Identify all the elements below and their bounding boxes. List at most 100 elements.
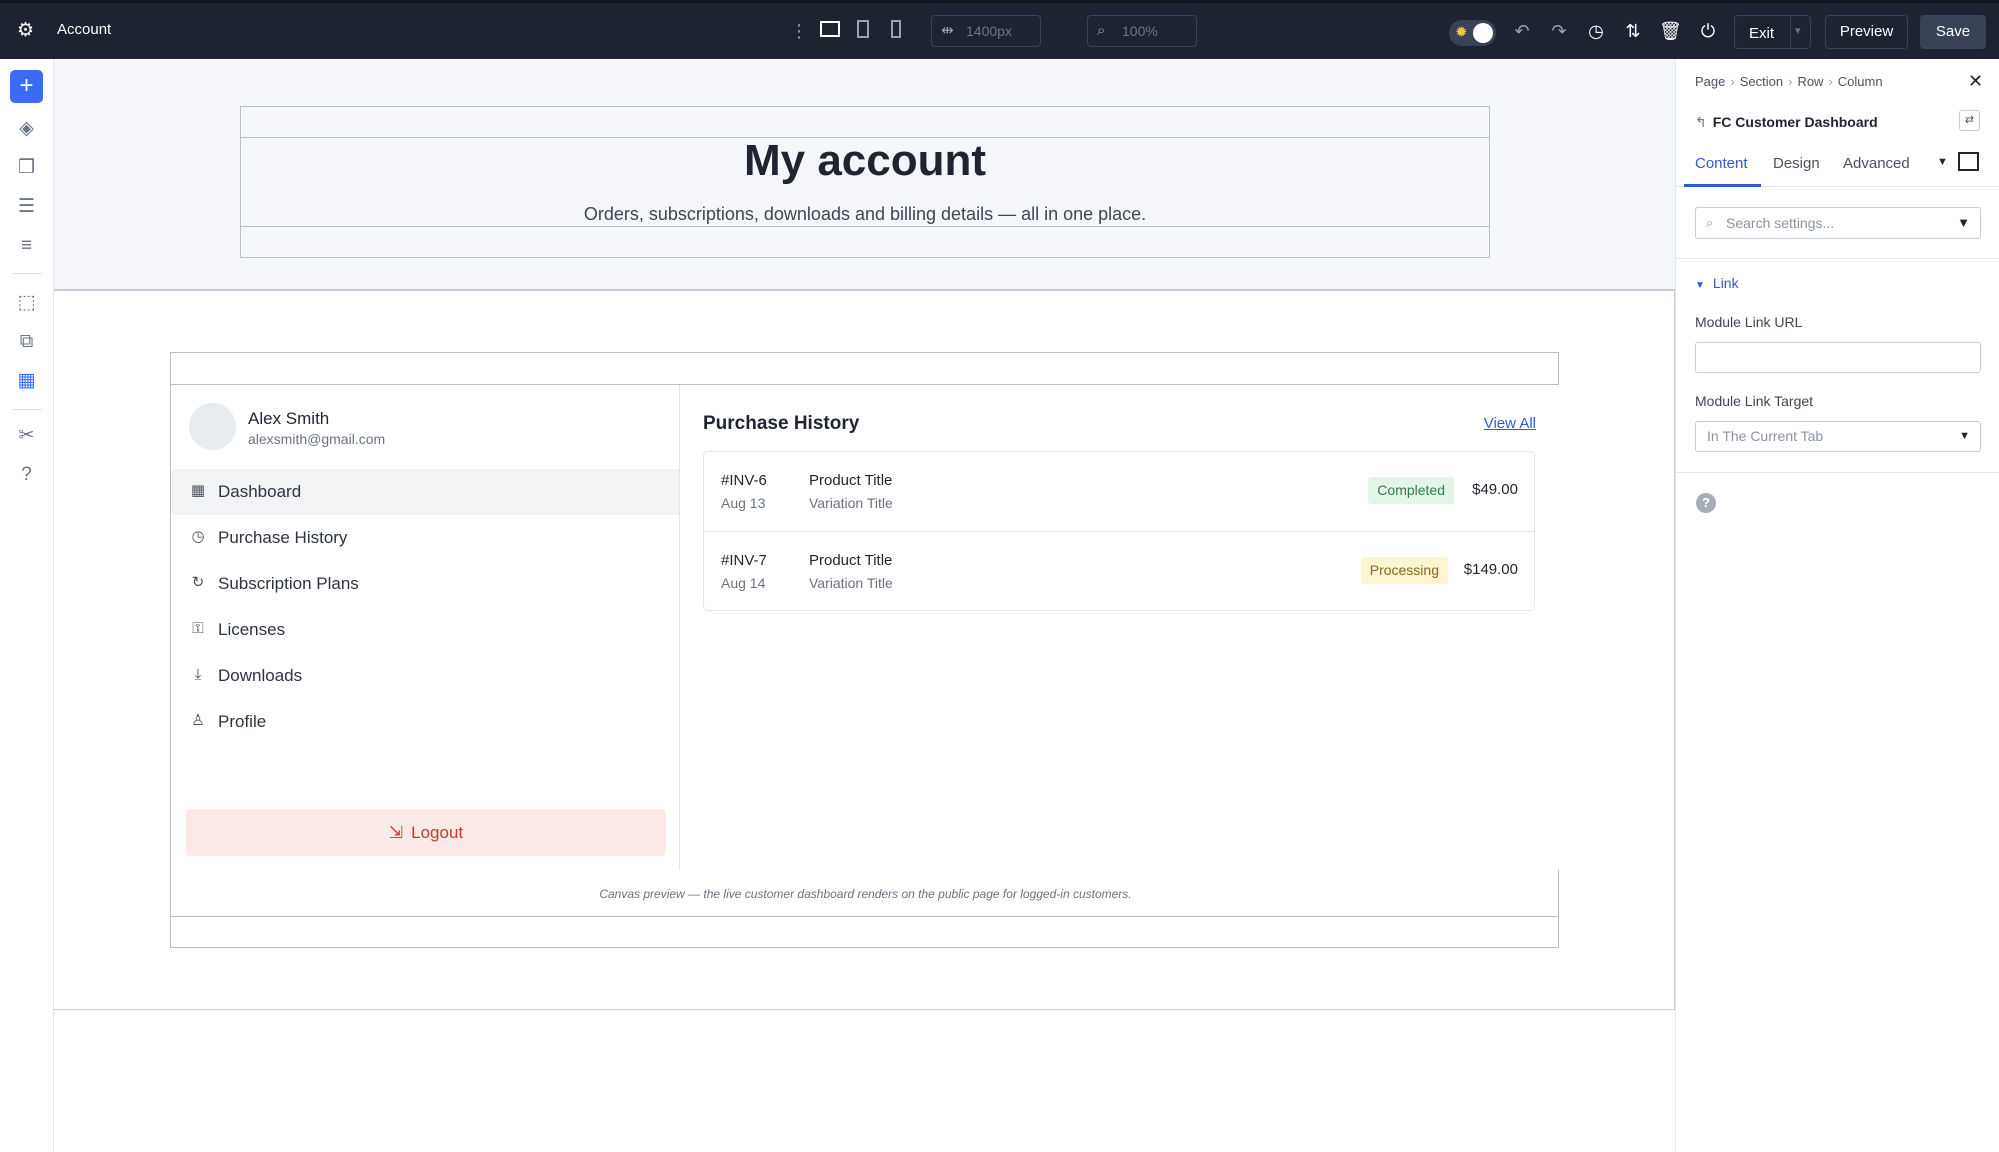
zoom-field[interactable]: ⌕ 100% <box>1087 15 1197 47</box>
select-element-icon[interactable]: ⬚ <box>14 290 39 315</box>
order-row[interactable]: #INV-7 Aug 14 Product Title Variation Ti… <box>704 531 1534 610</box>
nav-item-label: Subscription Plans <box>218 574 359 593</box>
sun-icon: ✹ <box>1455 24 1468 41</box>
download-icon: ⤓ <box>194 666 202 683</box>
nav-item-licenses[interactable]: ⚿ Licenses <box>172 607 679 653</box>
undo-icon[interactable]: ↶ <box>1511 20 1533 42</box>
history-icon[interactable]: ◷ <box>1585 20 1607 42</box>
nav-item-dashboard[interactable]: ▦ Dashboard <box>172 469 679 515</box>
nav-item-label: Profile <box>218 712 267 731</box>
divider <box>1676 258 1999 259</box>
hero-row[interactable]: My account Orders, subscriptions, downlo… <box>240 106 1490 258</box>
orders-list: #INV-6 Aug 13 Product Title Variation Ti… <box>703 451 1535 611</box>
key-icon: ⚿ <box>192 620 204 637</box>
chevron-down-icon[interactable]: ▼ <box>1937 156 1948 168</box>
nav-item-profile[interactable]: ♙ Profile <box>172 699 679 745</box>
dashboard-row[interactable]: Alex Smith alexsmith@gmail.com ▦ Dashboa… <box>170 352 1559 948</box>
link-group-toggle[interactable]: ▼ Link <box>1695 275 1739 291</box>
desktop-view-icon[interactable] <box>819 20 841 42</box>
tab-advanced[interactable]: Advanced <box>1843 155 1910 172</box>
canvas-caption: Canvas preview — the live customer dashb… <box>599 887 1132 901</box>
exit-button[interactable]: Exit ▾ <box>1734 15 1811 49</box>
canvas-width-value: 1400px <box>966 23 1012 39</box>
breadcrumb-row[interactable]: Row <box>1797 74 1823 89</box>
chevron-down-icon[interactable]: ▾ <box>1795 24 1801 37</box>
order-date: Aug 14 <box>721 575 766 591</box>
tab-content[interactable]: Content <box>1695 155 1748 172</box>
trash-icon[interactable]: 🗑 <box>1659 20 1682 42</box>
sidebar-divider <box>12 409 42 410</box>
order-date: Aug 13 <box>721 495 766 511</box>
filter-icon[interactable]: ▼ <box>1957 208 1970 238</box>
back-arrow-icon[interactable]: ↰ <box>1695 114 1707 130</box>
nav-item-purchase-history[interactable]: ◷ Purchase History <box>172 515 679 561</box>
app-title: Account <box>57 21 112 38</box>
tools-icon[interactable]: ✂ <box>14 423 39 448</box>
library-icon[interactable]: ❒ <box>14 155 39 180</box>
order-row[interactable]: #INV-6 Aug 13 Product Title Variation Ti… <box>704 452 1534 531</box>
breadcrumb-separator: › <box>1730 74 1735 89</box>
layout-icon[interactable]: ≡ <box>14 233 39 258</box>
help-icon[interactable]: ? <box>1696 493 1716 513</box>
layers-icon[interactable]: ◈ <box>14 116 39 141</box>
search-placeholder: Search settings... <box>1726 215 1835 231</box>
breadcrumb-section[interactable]: Section <box>1740 74 1783 89</box>
row-guide-line <box>171 916 1558 917</box>
logout-button[interactable]: ⇲ Logout <box>186 809 666 856</box>
database-icon[interactable]: ☰ <box>14 194 39 219</box>
page-settings-icon[interactable]: ▦ <box>14 368 39 393</box>
tab-design[interactable]: Design <box>1773 155 1820 172</box>
dashboard-section[interactable]: Alex Smith alexsmith@gmail.com ▦ Dashboa… <box>54 291 1675 1010</box>
help-question-icon[interactable]: ? <box>14 462 39 487</box>
order-variation: Variation Title <box>809 495 893 511</box>
nav-item-label: Dashboard <box>218 482 302 501</box>
save-button[interactable]: Save <box>1920 15 1986 49</box>
gear-icon[interactable]: ⚙ <box>17 21 37 41</box>
module-link-target-select[interactable]: In The Current Tab ▼ <box>1695 421 1981 452</box>
tablet-view-icon[interactable] <box>852 20 874 42</box>
close-icon[interactable]: ✕ <box>1968 71 1983 92</box>
phone-view-icon[interactable] <box>885 20 907 42</box>
breadcrumb-page[interactable]: Page <box>1695 74 1725 89</box>
nav-item-label: Purchase History <box>218 528 348 547</box>
zoom-value: 100% <box>1122 23 1158 39</box>
settings-toggle-icon[interactable]: ⇄ <box>1959 110 1980 131</box>
order-price: $149.00 <box>1463 561 1518 578</box>
builder-canvas: My account Orders, subscriptions, downlo… <box>54 59 1675 1152</box>
module-link-url-input[interactable] <box>1695 342 1981 373</box>
sidebar-divider <box>12 273 42 274</box>
status-badge: Processing <box>1360 557 1448 584</box>
more-vertical-icon[interactable]: ⋮ <box>788 20 810 42</box>
theme-toggle[interactable]: ✹ <box>1449 20 1496 46</box>
nav-item-downloads[interactable]: ⤓ Downloads <box>172 653 679 699</box>
multi-select-icon[interactable]: ⧉ <box>14 329 39 354</box>
order-price: $49.00 <box>1472 481 1518 498</box>
purchase-history-panel: Purchase History View All #INV-6 Aug 13 … <box>681 385 1559 870</box>
module-name-header: ↰ FC Customer Dashboard <box>1695 114 1878 131</box>
page-title: My account <box>743 136 987 185</box>
breadcrumb: Page › Section › Row › Column <box>1695 74 1883 89</box>
settings-panel: Page › Section › Row › Column ✕ ↰ FC Customer D… <box>1675 59 1999 1152</box>
breadcrumb-column[interactable]: Column <box>1838 74 1883 89</box>
add-module-button[interactable]: + <box>10 70 43 103</box>
hero-section[interactable]: My account Orders, subscriptions, downlo… <box>54 59 1675 291</box>
width-arrows-icon: ⇹ <box>941 22 954 39</box>
clock-icon: ◷ <box>191 528 205 545</box>
redo-icon[interactable]: ↷ <box>1548 20 1570 42</box>
sort-arrows-icon[interactable]: ⇅ <box>1622 20 1644 42</box>
search-settings-input[interactable]: ⌕ Search settings... ▼ <box>1695 207 1981 239</box>
canvas-width-field[interactable]: ⇹ 1400px <box>931 15 1041 47</box>
nav-item-label: Licenses <box>218 620 286 639</box>
view-all-link[interactable]: View All <box>1484 415 1536 432</box>
expand-panel-icon[interactable] <box>1958 152 1979 171</box>
dashboard-nav: Alex Smith alexsmith@gmail.com ▦ Dashboa… <box>172 385 680 870</box>
user-name: Alex Smith <box>248 409 330 428</box>
preview-button[interactable]: Preview <box>1825 15 1908 49</box>
module-name: FC Customer Dashboard <box>1712 114 1878 130</box>
nav-item-subscription-plans[interactable]: ↻ Subscription Plans <box>172 561 679 607</box>
left-sidebar: + ◈ ❒ ☰ ≡ ⬚ ⧉ ▦ ✂ ? <box>0 59 54 1152</box>
power-icon[interactable]: ⏻ <box>1697 20 1719 42</box>
customer-dashboard-module[interactable]: Alex Smith alexsmith@gmail.com ▦ Dashboa… <box>172 385 1559 870</box>
order-product: Product Title <box>809 552 893 569</box>
order-id: #INV-6 <box>721 472 767 489</box>
